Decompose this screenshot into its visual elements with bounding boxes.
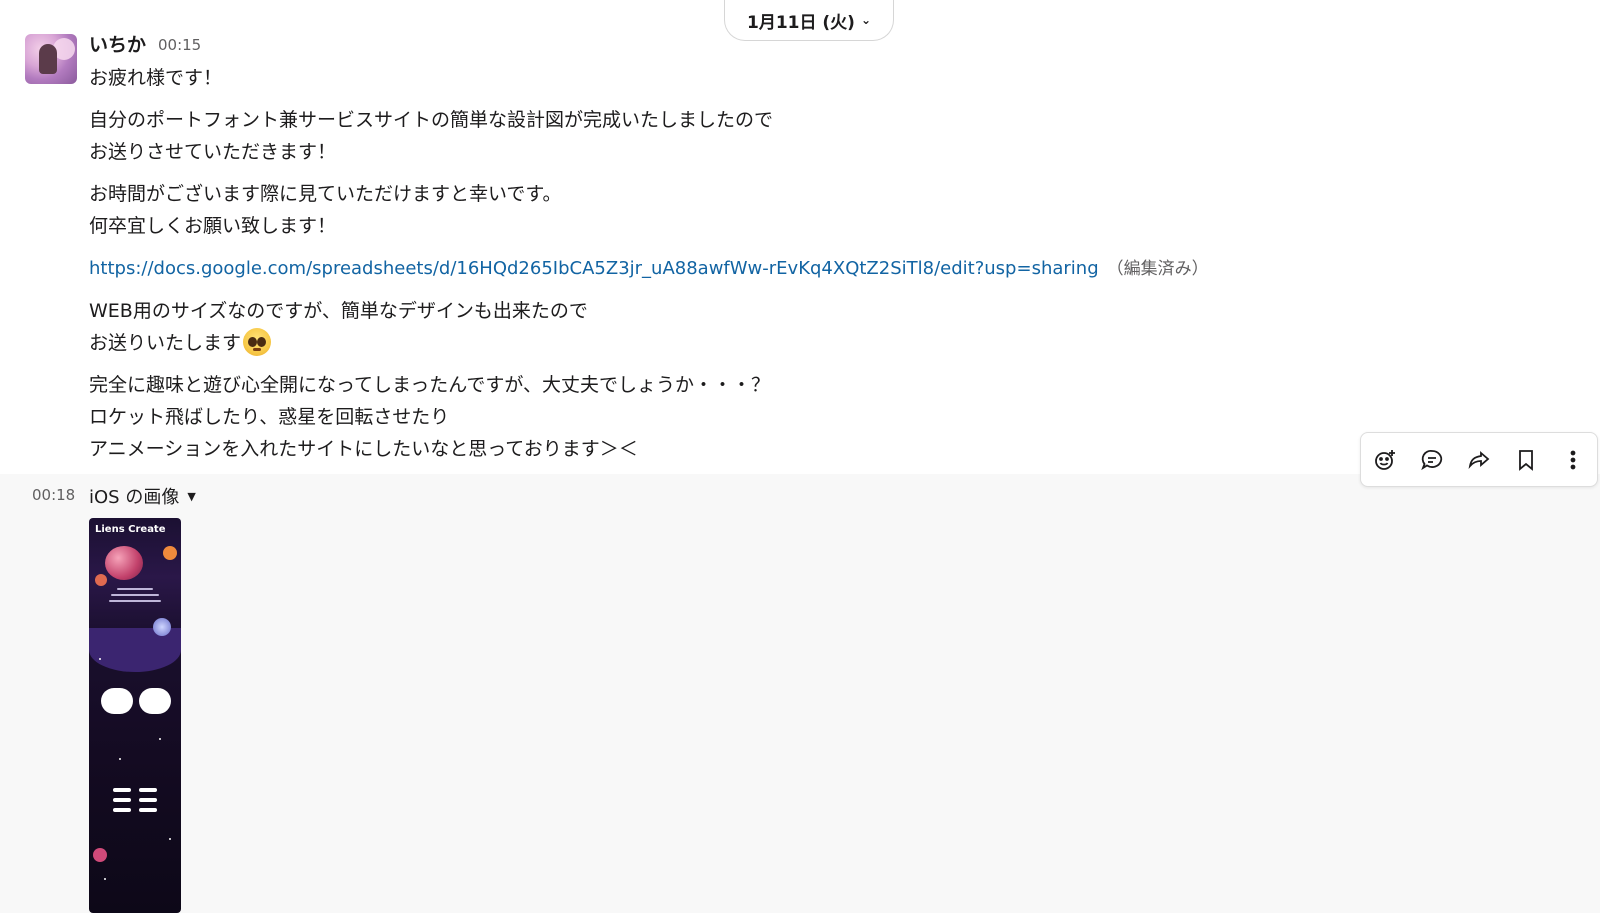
thumb-button xyxy=(139,788,157,792)
star xyxy=(99,658,101,660)
edited-label: （編集済み） xyxy=(1106,259,1209,279)
message-line: 何卒宜しくお願い致します！ xyxy=(89,215,337,237)
thumbnail-wave xyxy=(89,628,181,672)
image-attachment-thumbnail[interactable]: Liens Create xyxy=(89,518,181,913)
message-line: 自分のポートフォント兼サービスサイトの簡単な設計図が完成いたしましたので xyxy=(89,109,774,131)
author-name[interactable]: いちか xyxy=(89,30,146,57)
thumb-text xyxy=(117,588,153,590)
paragraph: 完全に趣味と遊び心全開になってしまったんですが、大丈夫でしょうか・・・？ ロケッ… xyxy=(89,369,1389,465)
more-icon[interactable] xyxy=(1555,442,1591,478)
message-line: ロケット飛ばしたり、惑星を回転させたり xyxy=(89,406,450,428)
message-line: お時間がございます際に見ていただけますと幸いです。 xyxy=(89,183,562,205)
planet-graphic xyxy=(95,574,107,586)
link-line: https://docs.google.com/spreadsheets/d/1… xyxy=(89,252,1389,285)
paragraph: WEB用のサイズなのですが、簡単なデザインも出来たので お送りいたします xyxy=(89,295,1389,359)
file-title[interactable]: iOS の画像 ▼ xyxy=(89,483,196,509)
thumb-button xyxy=(113,798,131,802)
planet-graphic xyxy=(153,618,171,636)
message-row-hovered: 00:18 iOS の画像 ▼ Liens Create xyxy=(0,474,1600,913)
avatar-figure xyxy=(39,44,57,74)
thumb-card xyxy=(139,688,171,714)
message-timestamp[interactable]: 00:18 xyxy=(32,486,75,504)
add-reaction-icon[interactable] xyxy=(1367,442,1403,478)
thumb-button xyxy=(113,788,131,792)
thumb-button xyxy=(139,808,157,812)
paragraph: お疲れ様です！ xyxy=(89,62,1389,94)
message-line: お送りいたします xyxy=(89,327,1389,359)
thumb-text xyxy=(109,600,161,602)
share-icon[interactable] xyxy=(1461,442,1497,478)
message-line: お疲れ様です！ xyxy=(89,67,223,89)
star xyxy=(159,738,161,740)
paragraph: 自分のポートフォント兼サービスサイトの簡単な設計図が完成いたしましたので お送り… xyxy=(89,104,1389,168)
planet-graphic xyxy=(163,546,177,560)
date-label: 1月11日 (火) xyxy=(746,12,855,33)
paragraph: お時間がございます際に見ていただけますと幸いです。 何卒宜しくお願い致します！ xyxy=(89,178,1389,242)
star xyxy=(169,838,171,840)
message-body: お疲れ様です！ 自分のポートフォント兼サービスサイトの簡単な設計図が完成いたしま… xyxy=(89,62,1389,475)
date-divider-button[interactable]: 1月11日 (火) ⌄ xyxy=(724,0,894,41)
star xyxy=(119,758,121,760)
message-text: お送りいたします xyxy=(89,332,242,354)
caret-down-icon[interactable]: ▼ xyxy=(187,490,195,503)
reply-thread-icon[interactable] xyxy=(1414,442,1450,478)
paragraph: https://docs.google.com/spreadsheets/d/1… xyxy=(89,252,1389,285)
chevron-down-icon: ⌄ xyxy=(860,13,871,27)
thumbnail-title: Liens Create xyxy=(95,524,166,535)
message-line: WEB用のサイズなのですが、簡単なデザインも出来たので xyxy=(89,300,588,322)
message-line: 完全に趣味と遊び心全開になってしまったんですが、大丈夫でしょうか・・・？ xyxy=(89,374,770,396)
message-actions-toolbar xyxy=(1360,432,1598,487)
planet-graphic xyxy=(105,546,143,580)
pleading-face-emoji xyxy=(243,328,272,356)
message-line: お送りさせていただきます！ xyxy=(89,141,337,163)
message-timestamp[interactable]: 00:15 xyxy=(158,36,201,54)
message-line: アニメーションを入れたサイトにしたいなと思っております＞＜ xyxy=(89,438,638,460)
spreadsheet-link[interactable]: https://docs.google.com/spreadsheets/d/1… xyxy=(89,258,1099,279)
thumb-button xyxy=(139,798,157,802)
thumb-button xyxy=(113,808,131,812)
thumb-text xyxy=(111,594,159,596)
message-row: いちか 00:15 お疲れ様です！ 自分のポートフォント兼サービスサイトの簡単な… xyxy=(0,0,1600,474)
star xyxy=(104,878,106,880)
file-name: iOS の画像 xyxy=(89,487,180,508)
thumb-card xyxy=(101,688,133,714)
planet-graphic xyxy=(93,848,107,862)
avatar[interactable] xyxy=(25,34,77,84)
bookmark-icon[interactable] xyxy=(1508,442,1544,478)
